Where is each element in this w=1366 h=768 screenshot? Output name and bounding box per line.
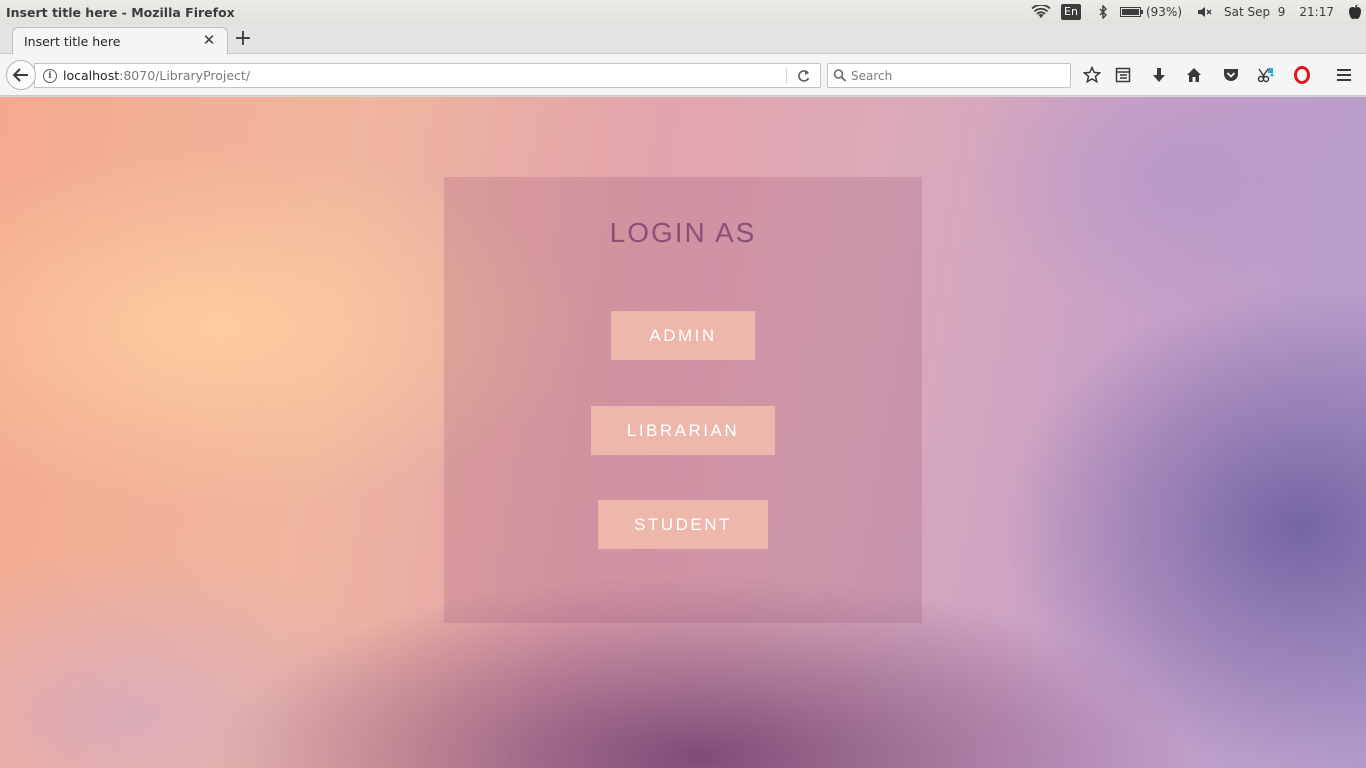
student-button[interactable]: STUDENT bbox=[598, 500, 768, 549]
keyboard-layout-indicator[interactable]: En bbox=[1054, 0, 1088, 24]
reading-list-icon[interactable] bbox=[1111, 63, 1135, 87]
keyboard-layout-label: En bbox=[1061, 4, 1081, 20]
bluetooth-icon[interactable] bbox=[1088, 0, 1118, 24]
battery-icon[interactable] bbox=[1118, 0, 1146, 24]
search-input[interactable]: Search bbox=[851, 69, 892, 83]
battery-percent: (93%) bbox=[1145, 5, 1183, 19]
home-icon[interactable] bbox=[1182, 63, 1206, 87]
navigation-bar: i localhost:8070/LibraryProject/ Search bbox=[0, 54, 1366, 96]
tab-label: Insert title here bbox=[24, 34, 121, 49]
search-icon bbox=[833, 68, 847, 84]
admin-button[interactable]: ADMIN bbox=[611, 311, 755, 360]
url-path: :8070/LibraryProject/ bbox=[119, 68, 251, 83]
download-icon[interactable] bbox=[1147, 63, 1171, 87]
close-tab-icon[interactable]: ✕ bbox=[201, 32, 217, 48]
bookmark-star-icon[interactable] bbox=[1080, 63, 1104, 87]
volume-muted-icon[interactable] bbox=[1194, 0, 1216, 24]
menu-icon[interactable] bbox=[1332, 63, 1356, 87]
tab-insert-title[interactable]: Insert title here ✕ bbox=[12, 27, 228, 55]
login-panel: LOGIN AS ADMIN LIBRARIAN STUDENT bbox=[444, 177, 922, 623]
time-display[interactable]: 21:17 bbox=[1299, 5, 1334, 19]
search-bar[interactable]: Search bbox=[827, 63, 1071, 88]
url-text[interactable]: localhost:8070/LibraryProject/ bbox=[63, 68, 250, 83]
url-host: localhost bbox=[63, 68, 120, 83]
date-display[interactable]: Sat Sep 9 bbox=[1224, 5, 1285, 19]
reload-icon[interactable] bbox=[796, 67, 812, 85]
apple-icon[interactable] bbox=[1344, 0, 1366, 24]
system-tray: En (93%) Sat Sep 9 21:17 bbox=[1028, 0, 1366, 24]
url-separator bbox=[786, 68, 787, 84]
back-button[interactable] bbox=[6, 60, 36, 90]
screenshot-icon[interactable] bbox=[1254, 63, 1278, 87]
librarian-button[interactable]: LIBRARIAN bbox=[591, 406, 775, 455]
back-arrow-icon bbox=[13, 68, 28, 82]
tab-strip: Insert title here ✕ + bbox=[0, 24, 1366, 55]
info-icon[interactable]: i bbox=[43, 69, 57, 83]
window-title: Insert title here - Mozilla Firefox bbox=[6, 4, 235, 20]
url-bar[interactable]: i localhost:8070/LibraryProject/ bbox=[34, 63, 821, 88]
pocket-icon[interactable] bbox=[1219, 63, 1243, 87]
login-title: LOGIN AS bbox=[609, 217, 757, 248]
opera-icon[interactable] bbox=[1290, 63, 1314, 87]
new-tab-button[interactable]: + bbox=[233, 28, 253, 50]
os-top-bar: Insert title here - Mozilla Firefox En (… bbox=[0, 0, 1366, 24]
wifi-icon[interactable] bbox=[1028, 0, 1054, 24]
page-content: LOGIN AS ADMIN LIBRARIAN STUDENT bbox=[0, 97, 1366, 768]
